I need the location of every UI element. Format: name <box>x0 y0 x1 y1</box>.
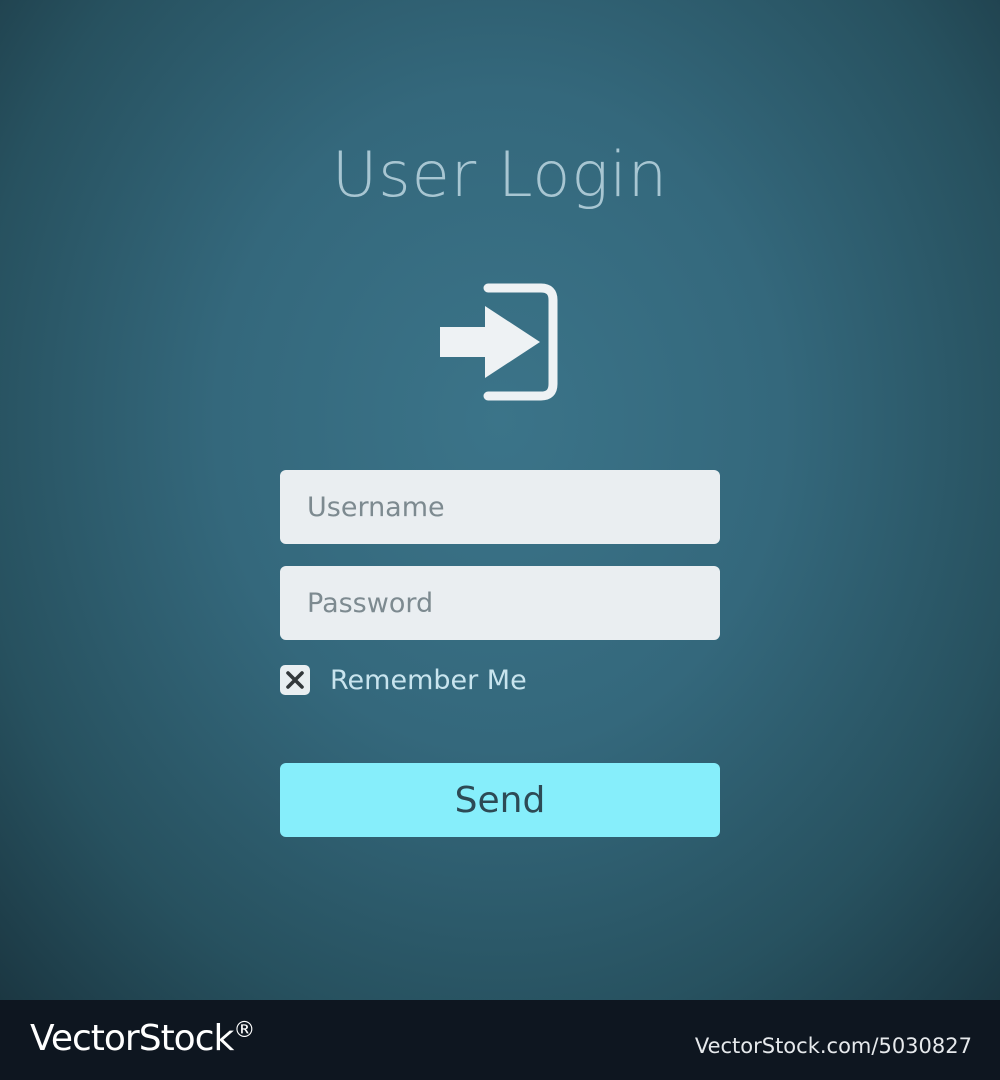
remember-me-label: Remember Me <box>330 664 527 696</box>
username-field[interactable] <box>280 470 720 544</box>
watermark-footer: VectorStock® VectorStock.com/5030827 <box>0 1000 1000 1080</box>
username-input[interactable] <box>307 491 720 523</box>
brand-name: VectorStock <box>30 1018 234 1059</box>
remember-me-option[interactable]: Remember Me <box>280 664 527 696</box>
x-mark-icon <box>286 671 304 689</box>
password-input[interactable] <box>307 587 720 619</box>
registered-mark: ® <box>233 1018 255 1043</box>
sign-in-icon <box>440 283 558 401</box>
password-field[interactable] <box>280 566 720 640</box>
brand-logo: VectorStock® <box>30 1018 255 1059</box>
page: User Login Remember Me Send VectorStock®… <box>0 0 1000 1080</box>
send-button[interactable]: Send <box>280 763 720 837</box>
remember-me-checkbox[interactable] <box>280 665 310 695</box>
login-panel: User Login Remember Me Send <box>0 0 1000 1000</box>
page-title: User Login <box>331 138 669 211</box>
image-id: VectorStock.com/5030827 <box>694 1034 972 1058</box>
